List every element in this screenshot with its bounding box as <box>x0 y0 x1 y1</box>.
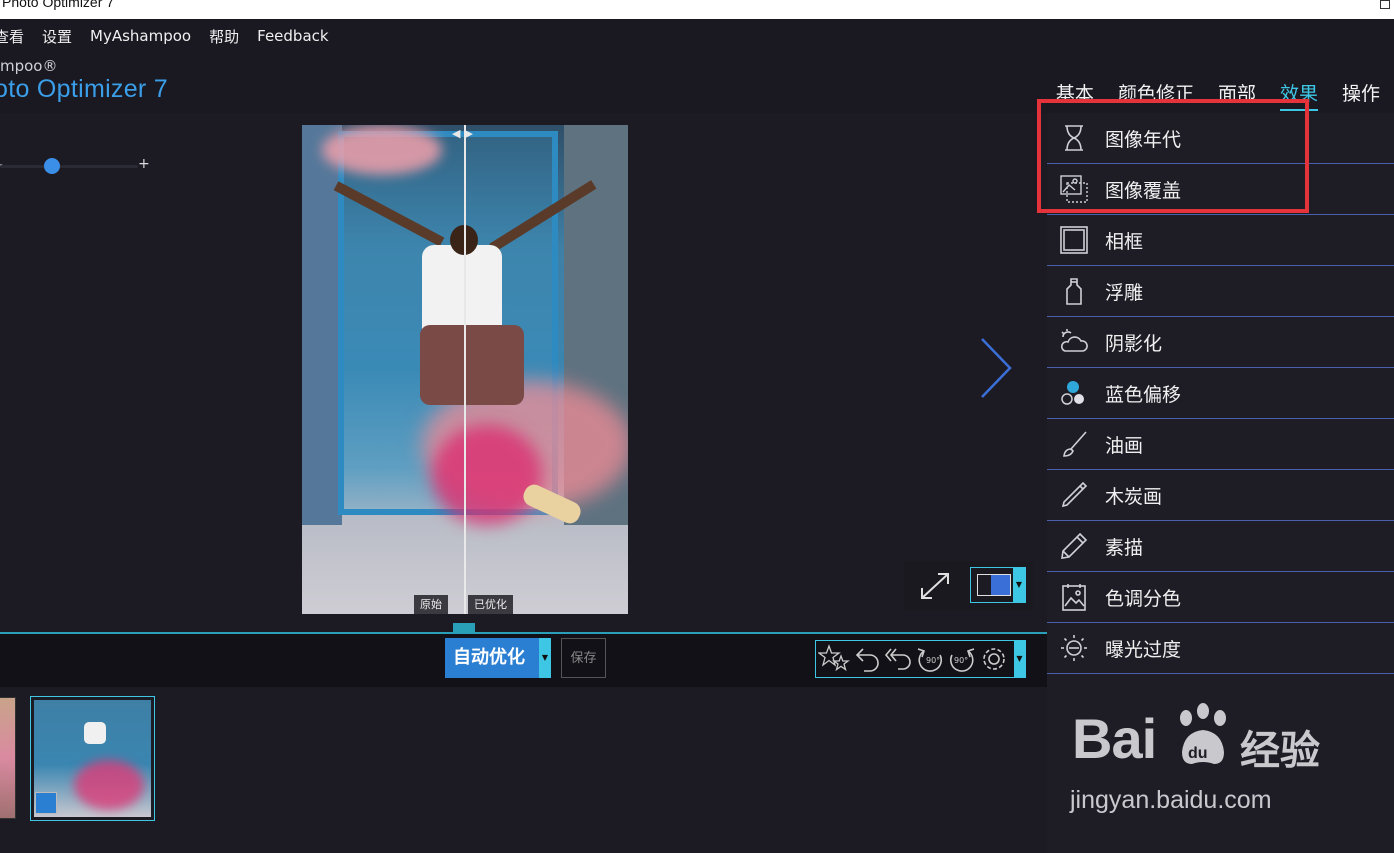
svg-text:90°: 90° <box>926 656 940 665</box>
color-dots-icon <box>1061 381 1084 405</box>
watermark-logo-text: Bai <box>1072 706 1157 771</box>
thumbnail-previous[interactable] <box>0 697 16 819</box>
save-button[interactable]: 保存 <box>561 638 606 678</box>
rotate-right-icon[interactable]: 90° <box>946 643 978 675</box>
edit-tools-dropdown-icon[interactable]: ▼ <box>1014 641 1025 677</box>
checkbox-checked-icon[interactable] <box>35 792 57 814</box>
effect-emboss[interactable]: 浮雕 <box>1047 266 1394 317</box>
watermark-url: jingyan.baidu.com <box>1070 786 1272 814</box>
charcoal-icon <box>1061 481 1088 508</box>
effect-blue-shift[interactable]: 蓝色偏移 <box>1047 368 1394 419</box>
cloud-shadow-icon <box>1061 329 1088 352</box>
photo-smoke-top <box>322 125 442 175</box>
baidu-watermark: Bai du 经验 jingyan.baidu.com <box>1062 700 1352 830</box>
photo-preview[interactable]: ◀▶ 原始 已优化 <box>302 125 628 614</box>
effect-label: 木炭画 <box>1105 485 1163 508</box>
thumbnail-smoke <box>74 760 144 810</box>
effect-overexposure[interactable]: 曝光过度 <box>1047 623 1394 674</box>
effect-shadow[interactable]: 阴影化 <box>1047 317 1394 368</box>
photo-smoke-magenta <box>432 425 542 525</box>
baidu-paw-icon: du <box>1180 703 1226 764</box>
compare-divider-handle[interactable] <box>464 125 466 614</box>
frame-icon <box>1060 226 1088 254</box>
brand-title: oto Optimizer 7 <box>0 75 169 103</box>
effect-label: 蓝色偏移 <box>1105 383 1182 406</box>
effect-charcoal[interactable]: 木炭画 <box>1047 470 1394 521</box>
menu-view[interactable]: 查看 <box>0 26 24 47</box>
divider-arrows-icon[interactable]: ◀▶ <box>452 127 477 140</box>
watermark-logo-part1: Bai <box>1072 707 1157 770</box>
annotation-highlight-box <box>1037 99 1309 213</box>
fullscreen-expand-icon[interactable] <box>918 570 952 602</box>
favorite-stars-icon[interactable] <box>818 643 850 675</box>
label-optimized: 已优化 <box>468 595 513 614</box>
view-tools: ▼ <box>904 561 1033 610</box>
auto-optimize-dropdown-icon[interactable]: ▼ <box>539 638 551 678</box>
effect-label: 浮雕 <box>1105 281 1144 304</box>
undo-icon[interactable] <box>850 643 882 675</box>
effect-label: 阴影化 <box>1105 332 1163 355</box>
emboss-icon <box>1066 278 1082 305</box>
zoom-slider-track[interactable] <box>0 165 138 168</box>
auto-optimize-label: 自动优化 <box>453 647 525 668</box>
effect-oil-painting[interactable]: 油画 <box>1047 419 1394 470</box>
window-titlebar: Photo Optimizer 7 <box>0 0 1394 19</box>
thumbnail-skater <box>84 722 106 744</box>
posterize-icon <box>1062 584 1086 611</box>
effect-label: 色调分色 <box>1105 587 1182 610</box>
edit-toolbar: 90° 90° ▼ <box>815 640 1026 678</box>
zoom-in-icon[interactable]: + <box>138 156 150 172</box>
rotate-left-icon[interactable]: 90° <box>914 643 946 675</box>
menu-bar: 查看 设置 MyAshampoo 帮助 Feedback <box>0 19 1394 53</box>
photo-skater-shirt <box>422 245 502 335</box>
maximize-icon[interactable] <box>1380 0 1390 9</box>
thumbnail-selected[interactable] <box>30 696 155 821</box>
action-bar: 自动优化 ▼ 保存 90° 90° ▼ <box>0 632 1047 687</box>
svg-text:du: du <box>1188 745 1208 762</box>
compare-mode-button[interactable]: ▼ <box>970 567 1026 603</box>
undo-all-icon[interactable] <box>882 643 914 675</box>
label-original: 原始 <box>414 595 448 614</box>
next-image-arrow-icon[interactable] <box>978 337 1014 399</box>
preview-area: – + ◀▶ 原始 已优化 ▼ <box>0 113 1047 632</box>
svg-text:90°: 90° <box>954 656 968 665</box>
sun-icon <box>1061 635 1087 661</box>
brand-vendor: mpoo® <box>0 57 58 75</box>
compare-dropdown-arrow-icon[interactable]: ▼ <box>1013 568 1025 602</box>
menu-myashampoo[interactable]: MyAshampoo <box>90 27 191 45</box>
effect-label: 油画 <box>1105 434 1144 457</box>
gear-icon[interactable] <box>978 643 1010 675</box>
paintbrush-icon <box>1063 431 1087 457</box>
menu-help[interactable]: 帮助 <box>209 26 239 47</box>
menu-feedback[interactable]: Feedback <box>257 27 328 45</box>
auto-optimize-button[interactable]: 自动优化 ▼ <box>445 638 551 678</box>
pencil-icon <box>1061 532 1088 559</box>
menu-settings[interactable]: 设置 <box>42 26 72 47</box>
photo-skater-legs <box>420 325 524 405</box>
tab-operations[interactable]: 操作 <box>1342 79 1380 111</box>
effect-sketch[interactable]: 素描 <box>1047 521 1394 572</box>
effect-label: 相框 <box>1105 230 1144 253</box>
split-view-icon <box>977 574 1011 596</box>
filmstrip <box>0 687 1047 853</box>
watermark-jingyan: 经验 <box>1240 728 1320 774</box>
effect-frame[interactable]: 相框 <box>1047 215 1394 266</box>
window-title: Photo Optimizer 7 <box>2 0 115 10</box>
effect-posterize[interactable]: 色调分色 <box>1047 572 1394 623</box>
effect-label: 曝光过度 <box>1105 638 1182 661</box>
zoom-slider-handle[interactable] <box>44 158 60 174</box>
effect-label: 素描 <box>1105 536 1144 559</box>
